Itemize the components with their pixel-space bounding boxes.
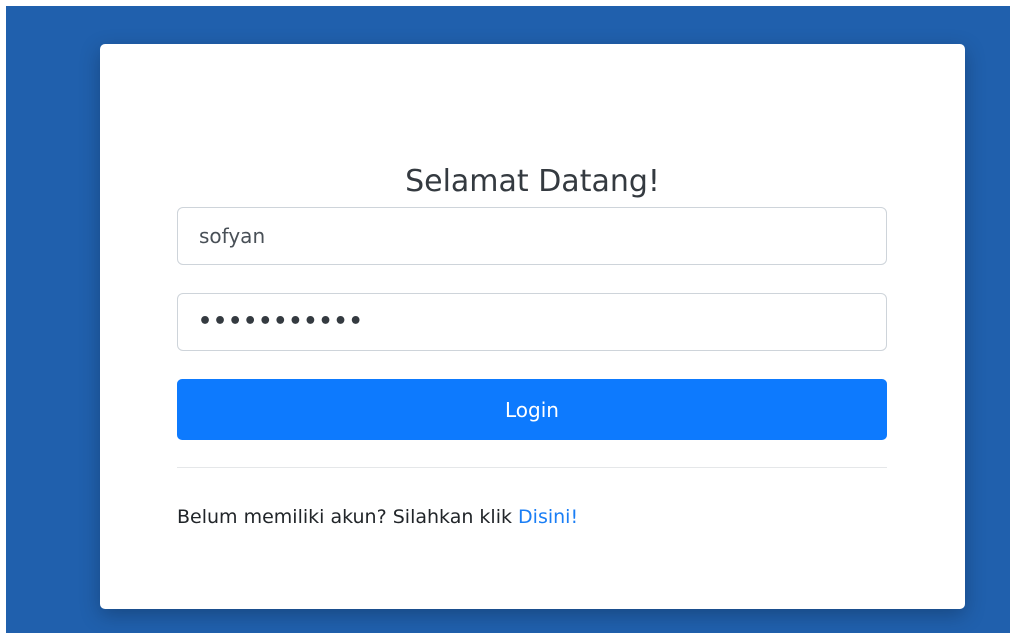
page-background: Selamat Datang! ••••••••••• Login Belum …: [6, 6, 1010, 633]
signup-link[interactable]: Disini!: [518, 506, 578, 528]
password-input[interactable]: [177, 293, 887, 351]
page-title: Selamat Datang!: [405, 164, 660, 199]
signup-prompt: Belum memiliki akun? Silahkan klik Disin…: [177, 503, 578, 531]
divider: [177, 467, 887, 468]
login-card: Selamat Datang! ••••••••••• Login Belum …: [100, 44, 965, 609]
username-input[interactable]: [177, 207, 887, 265]
login-button[interactable]: Login: [177, 379, 887, 440]
signup-prompt-text: Belum memiliki akun? Silahkan klik: [177, 506, 519, 528]
